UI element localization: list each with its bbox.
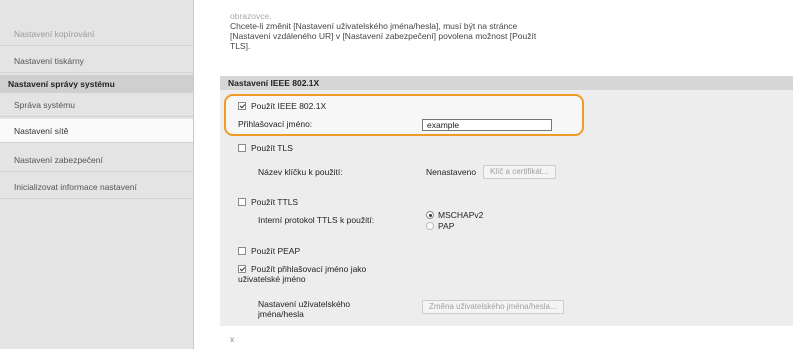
use-login-as-user-label: Použít přihlašovací jméno jako: [251, 264, 367, 274]
radio-pap[interactable]: [426, 222, 434, 230]
sidebar-item-security-settings[interactable]: Nastavení zabezpečení: [0, 148, 193, 172]
sidebar-item-copy-settings[interactable]: Nastavení kopírování: [0, 22, 193, 46]
main-panel: obrazovce. Chcete-li změnit [Nastavení u…: [220, 0, 793, 349]
user-settings-label-cont: jména/hesla: [258, 309, 304, 319]
section-title-ieee8021x: Nastavení IEEE 802.1X: [220, 76, 793, 90]
key-to-use-value: Nenastaveno: [426, 167, 477, 177]
radio-mschapv2-row[interactable]: MSCHAPv2: [426, 210, 483, 221]
notice-line: Chcete-li změnit [Nastavení uživatelskéh…: [230, 21, 518, 31]
login-name-input[interactable]: [422, 119, 552, 131]
use-login-as-user-label-cont: uživatelské jméno: [238, 274, 306, 284]
sidebar-item-printer-settings[interactable]: Nastavení tiskárny: [0, 49, 193, 73]
sidebar-item-initialize-settings[interactable]: Inicializovat informace nastavení: [0, 175, 193, 199]
sidebar-section-system-management: Nastavení správy systému: [0, 75, 193, 93]
use-ttls-label: Použít TTLS: [251, 197, 299, 207]
radio-pap-row[interactable]: PAP: [426, 221, 454, 232]
use-peap-label: Použít PEAP: [251, 246, 301, 256]
ttls-protocol-label: Interní protokol TTLS k použití:: [258, 215, 375, 225]
change-username-password-button[interactable]: Změna uživatelského jména/hesla...: [422, 300, 564, 314]
notice-line: [Nastavení vzdáleného UR] v [Nastavení z…: [230, 31, 537, 41]
use-login-as-user-checkbox[interactable]: [238, 265, 246, 273]
use-tls-label: Použít TLS: [251, 143, 293, 153]
settings-sidebar: Nastavení kopírování Nastavení tiskárny …: [0, 0, 194, 349]
radio-mschapv2[interactable]: [426, 211, 434, 219]
use-tls-row[interactable]: Použít TLS: [238, 143, 293, 154]
use-ttls-row[interactable]: Použít TTLS: [238, 197, 298, 208]
use-ieee8021x-row[interactable]: Použít IEEE 802.1X: [238, 101, 326, 112]
notice-line: obrazovce.: [230, 11, 272, 21]
use-ttls-checkbox[interactable]: [238, 198, 246, 206]
use-peap-checkbox[interactable]: [238, 247, 246, 255]
radio-pap-label: PAP: [438, 221, 455, 231]
key-to-use-label: Název klíčku k použití:: [258, 167, 343, 177]
use-ieee8021x-label: Použít IEEE 802.1X: [251, 101, 327, 111]
login-name-label: Přihlašovací jméno:: [238, 119, 313, 129]
notice-line: TLS].: [230, 41, 251, 51]
radio-mschapv2-label: MSCHAPv2: [438, 210, 484, 220]
sidebar-item-network-settings[interactable]: Nastavení sítě: [0, 119, 193, 143]
use-ieee8021x-checkbox[interactable]: [238, 102, 246, 110]
use-tls-checkbox[interactable]: [238, 144, 246, 152]
use-peap-row[interactable]: Použít PEAP: [238, 246, 300, 257]
key-certificate-button[interactable]: Klíč a certifikát...: [483, 165, 556, 179]
sidebar-item-system-management[interactable]: Správa systému: [0, 93, 193, 117]
footer-mark: x: [230, 334, 235, 344]
